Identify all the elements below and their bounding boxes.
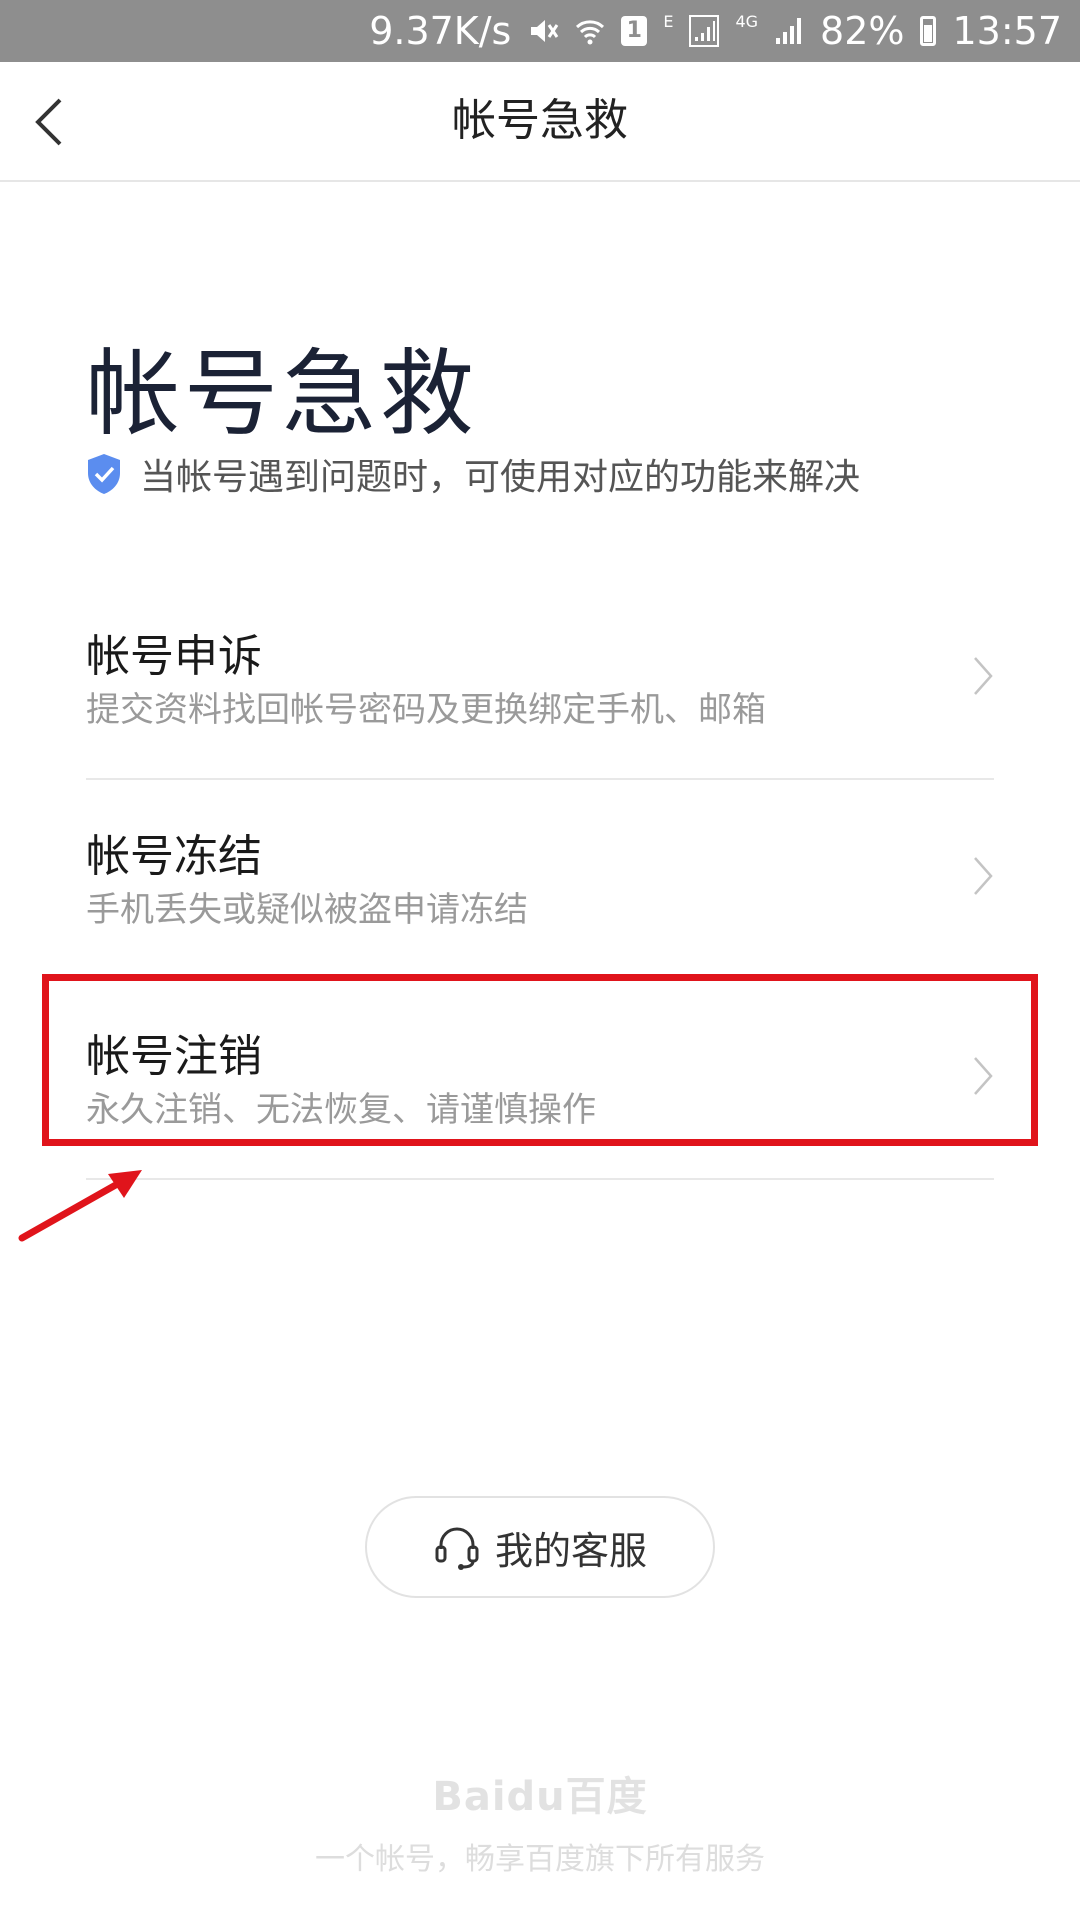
headset-icon [435,1527,479,1570]
subtitle-row: 当帐号遇到问题时，可使用对应的功能来解决 [86,448,860,500]
shield-check-icon [88,454,120,494]
sim-badge: 1 [621,16,648,46]
item-description: 提交资料找回帐号密码及更换绑定手机、邮箱 [86,690,766,730]
page-title: 帐号急救 [86,340,479,449]
battery-icon [920,16,937,46]
subtitle-text: 当帐号遇到问题时，可使用对应的功能来解决 [140,457,861,498]
arrow-annotation-icon [18,1170,142,1242]
item-title: 帐号注销 [86,1031,262,1082]
list-item-cancel-account[interactable]: 帐号注销 永久注销、无法恢复、请谨慎操作 [86,980,994,1180]
chevron-right-icon [974,857,993,895]
item-title: 帐号冻结 [86,831,262,882]
clock: 13:57 [952,9,1062,53]
footer-tagline: 一个帐号，畅享百度旗下所有服务 [315,1842,765,1877]
chevron-right-icon [974,1057,993,1095]
wifi-icon [575,16,605,46]
chevron-right-icon [974,657,993,695]
net-speed: 9.37K/s [369,9,512,53]
list-item-freeze[interactable]: 帐号冻结 手机丢失或疑似被盗申请冻结 [86,780,994,980]
customer-service-button[interactable]: 我的客服 [365,1496,715,1598]
nav-bar: 帐号急救 [0,62,1080,182]
rescue-options-list: 帐号申诉 提交资料找回帐号密码及更换绑定手机、邮箱 帐号冻结 手机丢失或疑似被盗… [86,580,994,1180]
item-description: 永久注销、无法恢复、请谨慎操作 [86,1090,596,1130]
network-4g: 4G [735,12,759,31]
divider [86,1178,994,1180]
item-description: 手机丢失或疑似被盗申请冻结 [86,890,528,930]
baidu-logo: Baidu百度 [432,1774,648,1820]
item-title: 帐号申诉 [86,631,262,682]
customer-service-label: 我的客服 [494,1528,647,1573]
signal-strength-icon [774,16,804,46]
account-rescue-page: 9.37K/s 1 E 4G 82% 13:57 帐号急救 帐号急救 当帐号遇到… [0,0,1080,1920]
list-item-appeal[interactable]: 帐号申诉 提交资料找回帐号密码及更换绑定手机、邮箱 [86,580,994,780]
battery-percent: 82% [820,9,905,53]
status-bar: 9.37K/s 1 E 4G 82% 13:57 [0,0,1080,62]
network-e: E [663,12,674,31]
nav-title: 帐号急救 [452,95,628,146]
signal-icon [689,15,720,47]
mute-icon [527,15,559,47]
